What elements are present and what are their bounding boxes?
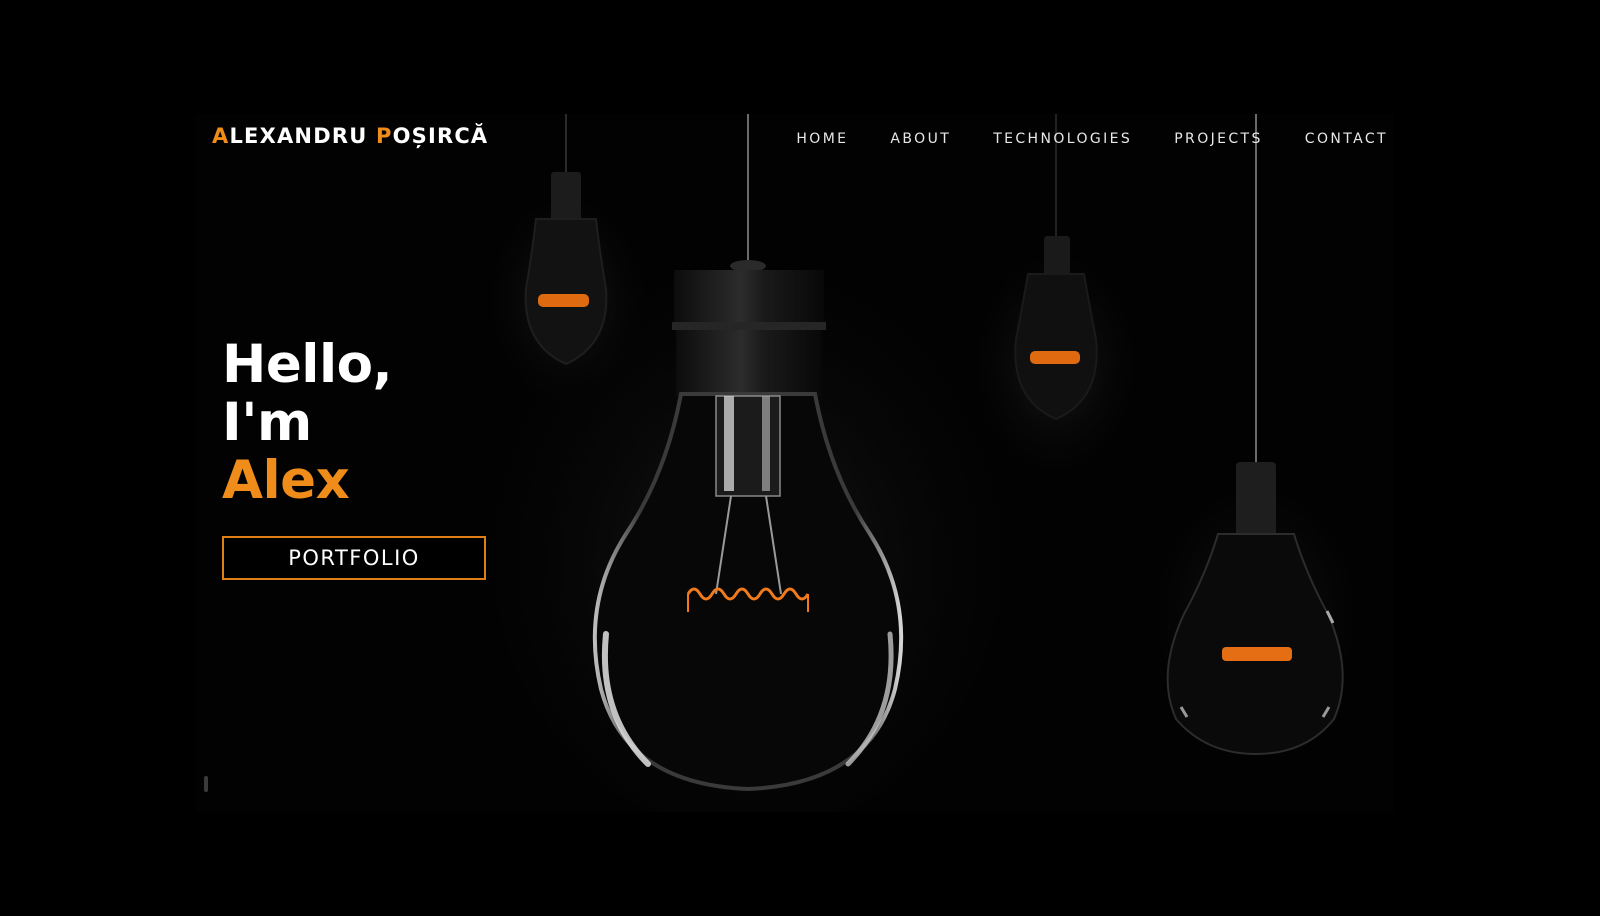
nav-item-projects[interactable]: PROJECTS bbox=[1174, 131, 1263, 147]
logo-initial-first: A bbox=[212, 124, 230, 148]
nav-item-about[interactable]: ABOUT bbox=[890, 131, 951, 147]
greeting-line-hello: Hello, bbox=[222, 334, 393, 395]
scroll-indicator bbox=[204, 776, 208, 792]
hero-section: ALEXANDRU POȘIRCĂ HOME ABOUT TECHNOLOGIE… bbox=[196, 114, 1394, 812]
greeting-line-im: I'm bbox=[222, 392, 312, 453]
site-logo[interactable]: ALEXANDRU POȘIRCĂ bbox=[212, 124, 488, 148]
nav-item-contact[interactable]: CONTACT bbox=[1305, 131, 1388, 147]
logo-first-name-rest: LEXANDRU bbox=[229, 124, 376, 148]
portfolio-button[interactable]: PORTFOLIO bbox=[222, 536, 486, 580]
logo-initial-last: P bbox=[375, 124, 393, 148]
hero-name: Alex bbox=[222, 450, 350, 511]
nav-item-technologies[interactable]: TECHNOLOGIES bbox=[993, 131, 1132, 147]
hero-headline: Hello, I'm Alex bbox=[222, 334, 393, 511]
main-navigation: HOME ABOUT TECHNOLOGIES PROJECTS CONTACT bbox=[796, 131, 1388, 147]
nav-item-home[interactable]: HOME bbox=[796, 131, 848, 147]
page: ALEXANDRU POȘIRCĂ HOME ABOUT TECHNOLOGIE… bbox=[0, 0, 1600, 916]
logo-last-name-rest: OȘIRCĂ bbox=[392, 124, 489, 148]
